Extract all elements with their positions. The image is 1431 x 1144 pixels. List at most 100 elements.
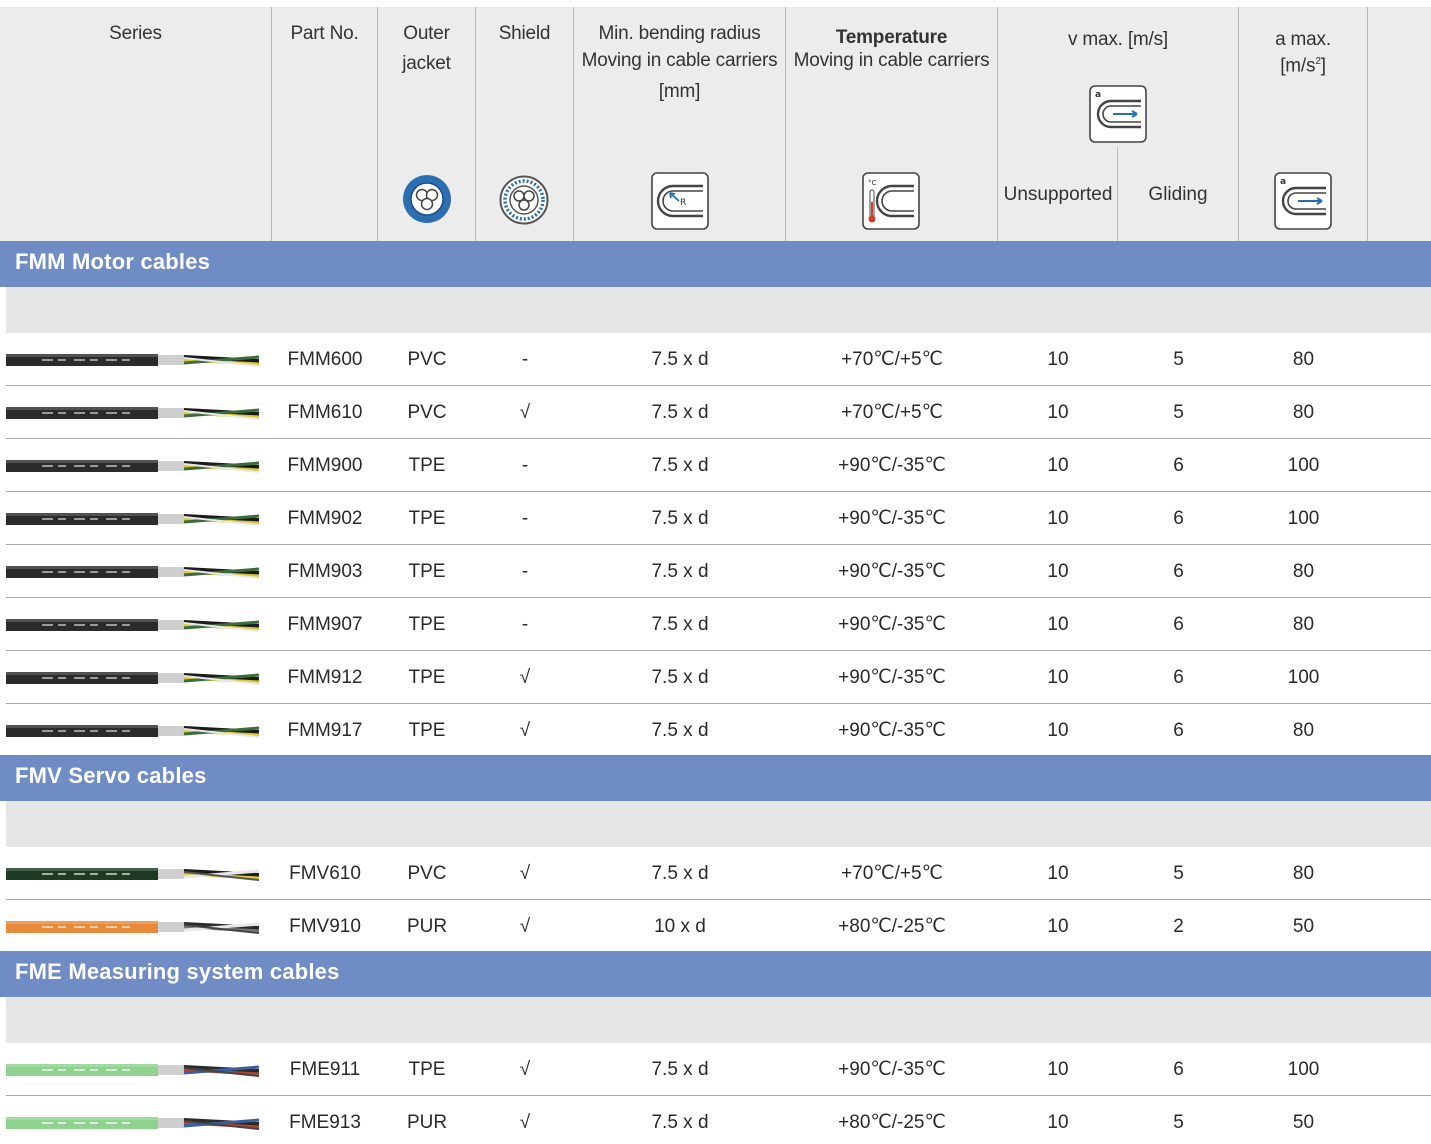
header-gliding: Gliding <box>1148 184 1208 205</box>
black-motor-cable-icon <box>6 566 259 579</box>
bending-radius-cell: 7.5 x d <box>651 720 709 741</box>
outer-jacket-cell: PVC <box>407 863 447 884</box>
amax-cell: 80 <box>1292 561 1315 582</box>
bending-radius-icon: R <box>651 172 709 230</box>
amax-cell: 80 <box>1292 349 1315 370</box>
vmax-gliding-cell: 6 <box>1173 508 1184 529</box>
bending-radius-cell: 10 x d <box>654 916 706 937</box>
temperature-cell: +70℃/+5℃ <box>841 863 943 884</box>
vmax-gliding-cell: 2 <box>1173 916 1184 937</box>
vmax-gliding-cell: 5 <box>1173 349 1184 370</box>
vmax-unsupported-cell: 10 <box>1047 455 1069 476</box>
amax-cell: 100 <box>1287 1059 1320 1080</box>
outer-jacket-cell: PUR <box>406 1112 448 1133</box>
vmax-unsupported-cell: 10 <box>1047 349 1069 370</box>
table-row[interactable]: FME913 PUR √ 7.5 x d +80℃/-25℃ 10 5 50 <box>0 1096 1431 1144</box>
header-amax-line2: [m/s2] <box>1239 51 1367 77</box>
vmax-gliding-cell: 5 <box>1173 402 1184 423</box>
section-spacer <box>6 287 1431 333</box>
table-row[interactable]: FMM902 TPE - 7.5 x d +90℃/-35℃ 10 6 100 <box>0 492 1431 545</box>
header-amax-unit: [m/s <box>1280 55 1316 77</box>
header-series: Series <box>0 7 272 241</box>
amax-cell: 50 <box>1292 916 1315 937</box>
vmax-gliding-cell: 5 <box>1173 1112 1184 1133</box>
part-number-cell: FMM903 <box>287 561 363 582</box>
table-row[interactable]: FMM917 TPE √ 7.5 x d +90℃/-35℃ 10 6 80 <box>0 704 1431 757</box>
section-title: FMM Motor cables <box>15 249 211 274</box>
temperature-cell: +80℃/-25℃ <box>838 1112 946 1133</box>
temperature-icon-celsius: °C <box>868 179 877 187</box>
amax-cell: 80 <box>1292 720 1315 741</box>
header-amax-close: ] <box>1320 55 1326 77</box>
vmax-unsupported-cell: 10 <box>1047 1112 1069 1133</box>
table-row[interactable]: FMM912 TPE √ 7.5 x d +90℃/-35℃ 10 6 100 <box>0 651 1431 704</box>
table-row[interactable]: FMV910 PUR √ 10 x d +80℃/-25℃ 10 2 50 <box>0 900 1431 953</box>
lightgreen-measuring-cable-icon <box>6 1117 259 1130</box>
table-row[interactable]: FME911 TPE √ 7.5 x d +90℃/-35℃ 10 6 100 <box>0 1043 1431 1096</box>
shield-icon <box>499 175 549 225</box>
section-title: FME Measuring system cables <box>15 959 340 984</box>
table-row[interactable]: FMM600 PVC - 7.5 x d +70℃/+5℃ 10 5 80 <box>0 333 1431 386</box>
part-number-cell: FMM912 <box>287 667 363 688</box>
velocity-icon: a <box>1089 85 1147 143</box>
shield-cell: - <box>521 508 529 529</box>
header-outer-jacket: Outer jacket <box>378 7 476 241</box>
bending-radius-cell: 7.5 x d <box>651 402 709 423</box>
vmax-unsupported-cell: 10 <box>1047 614 1069 635</box>
header-shield-label: Shield <box>498 23 551 44</box>
table-row[interactable]: FMM900 TPE - 7.5 x d +90℃/-35℃ 10 6 100 <box>0 439 1431 492</box>
outer-jacket-icon <box>403 175 451 223</box>
header-part-no: Part No. <box>272 7 378 241</box>
vmax-gliding-cell: 6 <box>1173 667 1184 688</box>
vmax-unsupported-cell: 10 <box>1047 1059 1069 1080</box>
outer-jacket-cell: PVC <box>407 349 447 370</box>
header-unsupported: Unsupported <box>1003 184 1113 205</box>
section-spacer <box>6 801 1431 847</box>
header-bending-radius: Min. bending radius Moving in cable carr… <box>574 7 786 241</box>
bending-radius-cell: 7.5 x d <box>651 508 709 529</box>
shield-cell: - <box>521 561 529 582</box>
vmax-unsupported-cell: 10 <box>1047 508 1069 529</box>
table-row[interactable]: FMM903 TPE - 7.5 x d +90℃/-35℃ 10 6 80 <box>0 545 1431 598</box>
table-row[interactable]: FMM907 TPE - 7.5 x d +90℃/-35℃ 10 6 80 <box>0 598 1431 651</box>
vmax-unsupported-cell: 10 <box>1047 916 1069 937</box>
vmax-gliding-cell: 6 <box>1173 455 1184 476</box>
section-header: FMM Motor cables <box>0 241 1431 287</box>
shield-cell: √ <box>519 402 531 423</box>
outer-jacket-cell: TPE <box>408 720 446 741</box>
shield-cell: √ <box>519 720 531 741</box>
amax-cell: 80 <box>1292 402 1315 423</box>
table-row[interactable]: FMV610 PVC √ 7.5 x d +70℃/+5℃ 10 5 80 <box>0 847 1431 900</box>
section-spacer <box>6 997 1431 1043</box>
temperature-cell: +90℃/-35℃ <box>838 455 946 476</box>
shield-cell: √ <box>519 667 531 688</box>
header-vmax-label: v max. [m/s] <box>1068 29 1168 50</box>
shield-cell: √ <box>519 863 531 884</box>
part-number-cell: FMM917 <box>287 720 363 741</box>
shield-cell: - <box>521 455 529 476</box>
bending-radius-cell: 7.5 x d <box>651 1112 709 1133</box>
vmax-unsupported-cell: 10 <box>1047 561 1069 582</box>
black-motor-cable-icon <box>6 407 259 420</box>
outer-jacket-cell: TPE <box>408 508 446 529</box>
table-row[interactable]: FMM610 PVC √ 7.5 x d +70℃/+5℃ 10 5 80 <box>0 386 1431 439</box>
header-bending-line2: Moving in cable carriers <box>581 50 778 71</box>
section-header: FME Measuring system cables <box>0 951 1431 997</box>
table-header: Series Part No. Outer jacket Shield Min.… <box>0 7 1431 241</box>
temperature-cell: +90℃/-35℃ <box>838 1059 946 1080</box>
bending-radius-cell: 7.5 x d <box>651 863 709 884</box>
temperature-icon: °C <box>862 172 920 230</box>
header-vmax: v max. [m/s] a Unsupported Gliding <box>998 7 1239 241</box>
part-number-cell: FMM907 <box>287 614 363 635</box>
temperature-cell: +90℃/-35℃ <box>838 561 946 582</box>
bending-icon-r: R <box>680 198 686 208</box>
part-number-cell: FMM902 <box>287 508 363 529</box>
header-amax: a max. [m/s2] a <box>1239 7 1368 241</box>
vmax-unsupported-cell: 10 <box>1047 667 1069 688</box>
part-number-cell: FMV910 <box>289 916 361 937</box>
header-series-label: Series <box>109 23 162 44</box>
bending-radius-cell: 7.5 x d <box>651 455 709 476</box>
shield-cell: √ <box>519 1059 531 1080</box>
temperature-cell: +70℃/+5℃ <box>841 402 943 423</box>
black-motor-cable-icon <box>6 354 259 367</box>
